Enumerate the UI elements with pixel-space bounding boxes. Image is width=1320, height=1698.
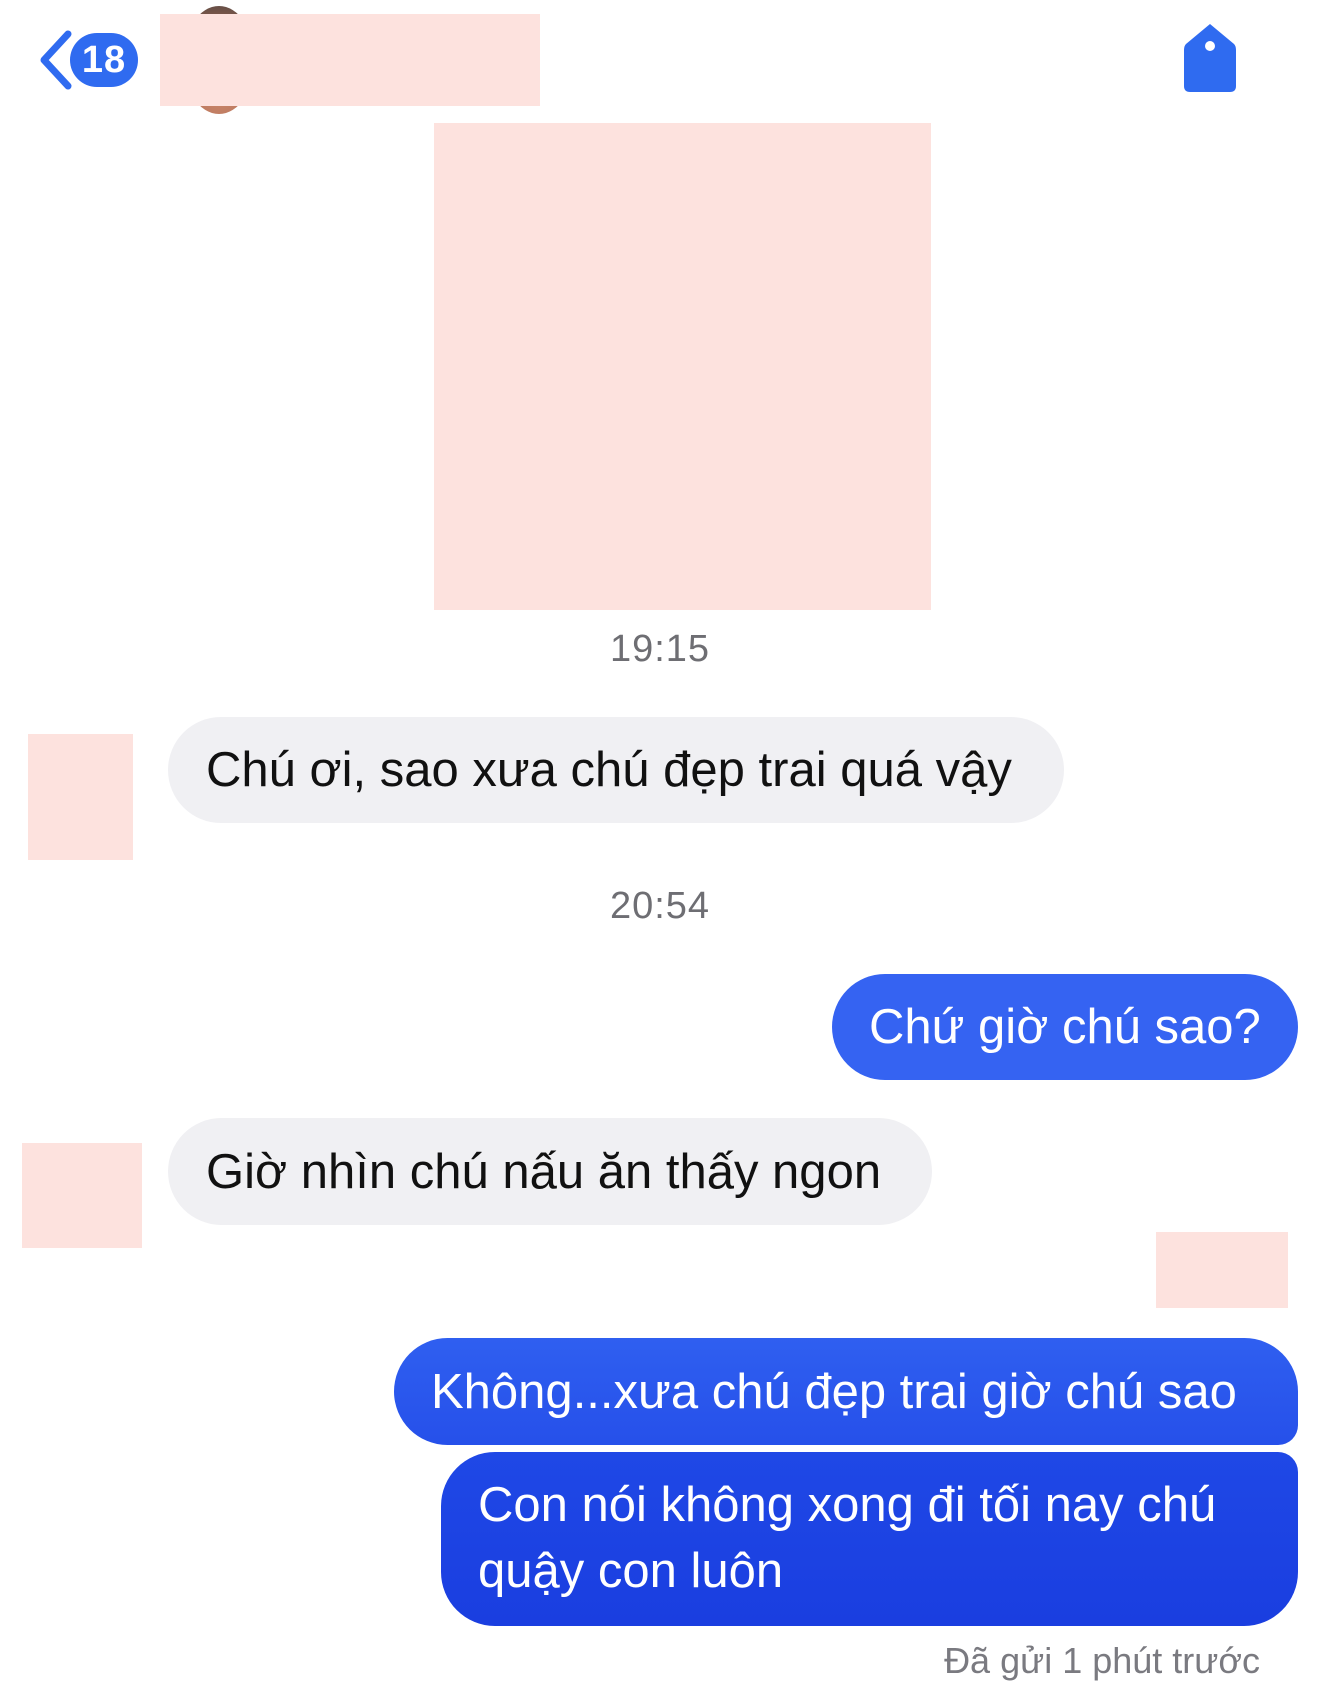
timestamp: 19:15 — [609, 628, 711, 670]
unread-count-badge: 18 — [70, 33, 138, 87]
outgoing-message-bubble[interactable]: Chứ giờ chú sao? — [832, 974, 1298, 1080]
message-text: Giờ nhìn chú nấu ăn thấy ngon — [206, 1145, 882, 1199]
back-button[interactable]: 18 — [38, 28, 148, 92]
chevron-left-icon — [40, 30, 72, 90]
incoming-message-bubble[interactable]: Chú ơi, sao xưa chú đẹp trai quá vậy — [168, 717, 1064, 823]
message-text: Không...xưa chú đẹp trai giờ chú sao — [431, 1365, 1237, 1419]
message-text-line: quậy con luôn — [478, 1544, 784, 1598]
message-text-line: Con nói không xong đi tối nay chú — [478, 1478, 1217, 1532]
outgoing-message-bubble[interactable]: Con nói không xong đi tối nay chú quậy c… — [441, 1452, 1298, 1626]
outgoing-message-bubble[interactable]: Không...xưa chú đẹp trai giờ chú sao — [394, 1338, 1298, 1445]
message-text: Chứ giờ chú sao? — [869, 1000, 1261, 1054]
sender-avatar-redacted[interactable] — [22, 1143, 142, 1248]
tag-icon[interactable] — [1182, 22, 1238, 94]
seen-indicator-redacted — [1156, 1232, 1288, 1308]
sent-status: Đã gửi 1 phút trước — [944, 1640, 1260, 1681]
message-text: Chú ơi, sao xưa chú đẹp trai quá vậy — [206, 743, 1012, 797]
sender-avatar-redacted[interactable] — [28, 734, 133, 860]
incoming-message-bubble[interactable]: Giờ nhìn chú nấu ăn thấy ngon — [168, 1118, 932, 1225]
timestamp: 20:54 — [609, 885, 711, 927]
contact-name-redacted[interactable] — [160, 14, 540, 106]
shared-image-redacted[interactable] — [434, 123, 931, 610]
